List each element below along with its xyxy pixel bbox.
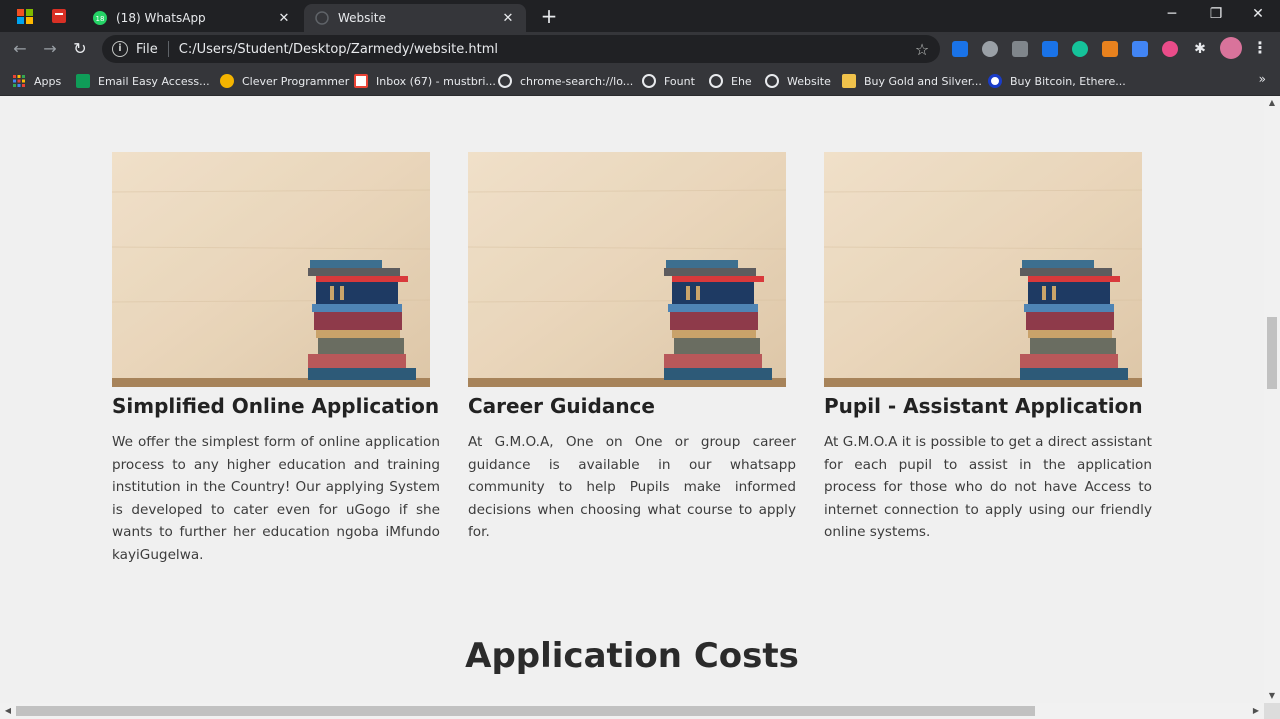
gmail-icon — [354, 74, 368, 88]
reload-icon[interactable]: ↻ — [68, 37, 92, 61]
minimize-button[interactable]: ─ — [1150, 0, 1194, 30]
bookmark-label: Inbox (67) - mustbri... — [376, 74, 496, 88]
metamask-icon[interactable] — [1102, 41, 1118, 57]
bookmark-label: Email Easy Access... — [98, 74, 210, 88]
scroll-right-arrow-icon[interactable]: ▶ — [1248, 703, 1264, 719]
bookmark-item[interactable]: chrome-search://lo... — [498, 71, 633, 91]
books-image — [112, 152, 430, 387]
extension-icon[interactable] — [1012, 41, 1028, 57]
site-info-icon[interactable]: i — [112, 41, 128, 57]
folder-icon — [842, 74, 856, 88]
tab-title: Website — [338, 11, 386, 25]
bookmark-label: Fount — [664, 74, 695, 88]
card-text: At G.M.O.A, One on One or group career g… — [468, 434, 796, 540]
bookmark-label: Clever Programmer — [242, 74, 350, 88]
section-title: Application Costs — [465, 636, 799, 676]
address-bar[interactable]: i File C:/Users/Student/Desktop/Zarmedy/… — [102, 35, 940, 63]
globe-icon — [498, 74, 512, 88]
vertical-scroll-thumb[interactable] — [1267, 317, 1277, 389]
address-divider — [167, 41, 169, 57]
card-title: Career Guidance — [468, 394, 655, 418]
scroll-down-arrow-icon[interactable]: ▼ — [1264, 689, 1280, 703]
forward-arrow-icon[interactable]: → — [38, 37, 62, 61]
card-text: We offer the simplest form of online app… — [112, 434, 440, 563]
bookmark-item[interactable]: Ehe — [709, 71, 752, 91]
tab-whatsapp[interactable]: 18 (18) WhatsApp ✕ — [82, 4, 302, 32]
globe-icon — [315, 11, 329, 25]
pdf-tab-icon[interactable] — [48, 6, 70, 26]
bookmark-item[interactable]: Buy Gold and Silver... — [842, 71, 982, 91]
grammarly-icon[interactable] — [1072, 41, 1088, 57]
horizontal-scrollbar[interactable]: ◀ ▶ — [0, 703, 1264, 719]
apps-grid-icon — [13, 75, 25, 87]
close-window-button[interactable]: ✕ — [1236, 0, 1280, 30]
close-tab-icon[interactable]: ✕ — [276, 11, 292, 26]
bookmark-label: Website — [787, 74, 831, 88]
scroll-up-arrow-icon[interactable]: ▲ — [1264, 96, 1280, 110]
bookmark-star-icon[interactable]: ☆ — [912, 40, 932, 59]
card-title: Pupil - Assistant Application — [824, 394, 1143, 418]
new-tab-button[interactable]: + — [538, 4, 560, 28]
back-arrow-icon[interactable]: ← — [8, 37, 32, 61]
horizontal-scroll-thumb[interactable] — [16, 706, 1035, 716]
card-text: At G.M.O.A it is possible to get a direc… — [824, 434, 1152, 540]
service-card: Simplified Online Application We offer t… — [112, 152, 440, 566]
bookmark-label: chrome-search://lo... — [520, 74, 634, 88]
bookmark-label: Buy Bitcoin, Ethere... — [1010, 74, 1126, 88]
globe-icon — [765, 74, 779, 88]
books-image — [468, 152, 786, 387]
extension-icon[interactable] — [952, 41, 968, 57]
bookmark-item[interactable]: Email Easy Access... — [76, 71, 210, 91]
bookmark-item[interactable]: Website — [765, 71, 831, 91]
bookmark-item[interactable]: Clever Programmer — [220, 71, 349, 91]
menu-more-icon[interactable]: ⋮ — [1252, 38, 1268, 58]
books-image — [824, 152, 1142, 387]
service-card: Pupil - Assistant Application At G.M.O.A… — [824, 152, 1152, 544]
globe-icon — [642, 74, 656, 88]
globe-icon — [709, 74, 723, 88]
translate-icon[interactable] — [1132, 41, 1148, 57]
clever-programmer-icon — [220, 74, 234, 88]
extension-icon[interactable] — [1162, 41, 1178, 57]
bookmark-apps[interactable]: Apps — [12, 71, 61, 91]
bookmark-label: Ehe — [731, 74, 752, 88]
bitcoin-site-icon — [988, 74, 1002, 88]
close-tab-icon[interactable]: ✕ — [500, 11, 516, 26]
sheets-icon — [76, 74, 90, 88]
profile-avatar[interactable] — [1220, 37, 1242, 59]
service-card: Career Guidance At G.M.O.A, One on One o… — [468, 152, 796, 544]
page-viewport: Simplified Online Application We offer t… — [0, 96, 1264, 703]
app-grid-icon[interactable] — [14, 6, 36, 26]
address-url[interactable]: C:/Users/Student/Desktop/Zarmedy/website… — [179, 42, 912, 57]
vertical-scrollbar[interactable]: ▲ ▼ — [1264, 96, 1280, 703]
card-title: Simplified Online Application — [112, 394, 440, 418]
address-scheme: File — [136, 41, 158, 57]
scrollbar-corner — [1264, 703, 1280, 719]
tab-title: (18) WhatsApp — [116, 11, 206, 25]
bookmark-item[interactable]: Buy Bitcoin, Ethere... — [988, 71, 1126, 91]
tab-strip: 18 (18) WhatsApp ✕ Website ✕ + ─ ❐ ✕ — [0, 0, 1280, 32]
extension-icon[interactable] — [1042, 41, 1058, 57]
scroll-left-arrow-icon[interactable]: ◀ — [0, 703, 16, 719]
extension-icon[interactable] — [982, 41, 998, 57]
puzzle-extensions-icon[interactable]: ✱ — [1192, 41, 1208, 57]
bookmark-label: Buy Gold and Silver... — [864, 74, 982, 88]
more-bookmarks-icon[interactable]: » — [1259, 72, 1266, 86]
bookmark-item[interactable]: Fount — [642, 71, 695, 91]
restore-button[interactable]: ❐ — [1194, 0, 1238, 30]
tab-website[interactable]: Website ✕ — [304, 4, 526, 32]
bookmarks-bar: Apps Email Easy Access... Clever Program… — [0, 66, 1280, 96]
whatsapp-icon: 18 — [93, 11, 107, 25]
bookmark-item[interactable]: Inbox (67) - mustbri... — [354, 71, 496, 91]
browser-toolbar: ← → ↻ i File C:/Users/Student/Desktop/Za… — [0, 32, 1280, 66]
bookmark-label: Apps — [34, 74, 62, 88]
svg-text:18: 18 — [96, 15, 105, 23]
